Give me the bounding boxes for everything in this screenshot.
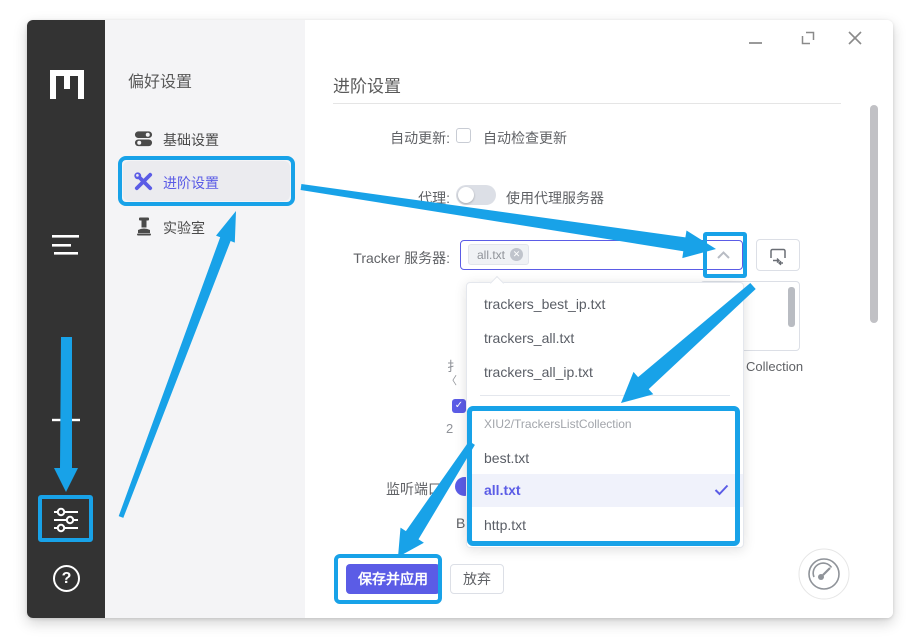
- tools-icon: [133, 171, 154, 192]
- textarea-scrollbar-thumb[interactable]: [788, 287, 795, 327]
- chevron-up-icon[interactable]: [716, 250, 731, 260]
- scrollbar-thumb[interactable]: [870, 105, 878, 323]
- nav-item-advanced-settings[interactable]: 进阶设置: [163, 173, 219, 193]
- motrix-logo: [48, 68, 86, 102]
- sync-trackers-icon: [768, 246, 788, 266]
- app-window: ? 偏好设置 基础设置: [27, 20, 893, 618]
- speed-gauge-icon[interactable]: [797, 547, 851, 601]
- toggles-icon: [134, 129, 153, 148]
- lab-icon: [135, 217, 153, 236]
- preferences-nav: 偏好设置 基础设置: [105, 20, 305, 618]
- tracker-select[interactable]: all.txt ✕: [460, 240, 743, 270]
- sync-checkbox-fragment[interactable]: ✓: [452, 399, 466, 413]
- page-title: 进阶设置: [333, 72, 401, 97]
- toggle-knob: [458, 187, 474, 203]
- hint-text-fragment: 〈: [446, 372, 457, 388]
- dropdown-group-label: XIU2/TrackersListCollection: [467, 411, 745, 437]
- settings-content: 进阶设置 自动更新: 自动检查更新 代理: 使用代理服务器 Tracker 服务…: [305, 20, 893, 618]
- help-icon[interactable]: ?: [53, 565, 80, 592]
- circle-x-icon[interactable]: ✕: [510, 248, 523, 261]
- dropdown-item[interactable]: trackers_best_ip.txt: [467, 287, 745, 321]
- dropdown-item[interactable]: http.txt: [467, 508, 745, 542]
- proxy-label: 代理:: [333, 188, 450, 208]
- screen: ? 偏好设置 基础设置: [0, 0, 906, 643]
- title-divider: [333, 103, 841, 104]
- proxy-toggle[interactable]: [456, 185, 496, 205]
- preferences-title: 偏好设置: [128, 68, 192, 92]
- maximize-icon[interactable]: [801, 31, 815, 45]
- close-icon[interactable]: [847, 30, 863, 46]
- auto-update-label: 自动更新:: [333, 128, 450, 148]
- auto-update-checkbox-label[interactable]: 自动检查更新: [483, 128, 567, 148]
- auto-update-checkbox[interactable]: [456, 128, 471, 143]
- selected-tag: all.txt ✕: [468, 244, 529, 265]
- collection-link-fragment[interactable]: Collection: [746, 359, 803, 374]
- preferences-sliders-icon[interactable]: [51, 506, 81, 534]
- hint-text-fragment: 2: [446, 421, 453, 436]
- nav-item-lab[interactable]: 实验室: [163, 218, 205, 238]
- task-list-icon[interactable]: [51, 233, 81, 257]
- dropdown-item[interactable]: best.txt: [467, 441, 745, 475]
- dropdown-item[interactable]: trackers_all.txt: [467, 321, 745, 355]
- discard-button[interactable]: 放弃: [450, 564, 504, 594]
- tracker-label: Tracker 服务器:: [333, 248, 450, 268]
- dropdown-item-selected[interactable]: all.txt: [467, 474, 743, 507]
- sidebar: ?: [27, 20, 105, 618]
- tracker-dropdown: trackers_best_ip.txt trackers_all.txt tr…: [466, 282, 744, 548]
- nav-item-basic-settings[interactable]: 基础设置: [163, 130, 219, 150]
- tag-label: all.txt: [477, 248, 505, 262]
- minimize-icon[interactable]: [749, 42, 762, 44]
- sync-trackers-button[interactable]: [756, 239, 800, 271]
- add-task-icon[interactable]: [50, 404, 82, 436]
- text-fragment: B: [456, 515, 465, 531]
- check-icon: [714, 484, 729, 496]
- dropdown-item[interactable]: trackers_all_ip.txt: [467, 355, 745, 389]
- dropdown-divider: [480, 395, 730, 396]
- save-button[interactable]: 保存并应用: [346, 564, 440, 594]
- listen-port-label: 监听端口: [386, 479, 442, 499]
- proxy-toggle-label[interactable]: 使用代理服务器: [506, 188, 604, 208]
